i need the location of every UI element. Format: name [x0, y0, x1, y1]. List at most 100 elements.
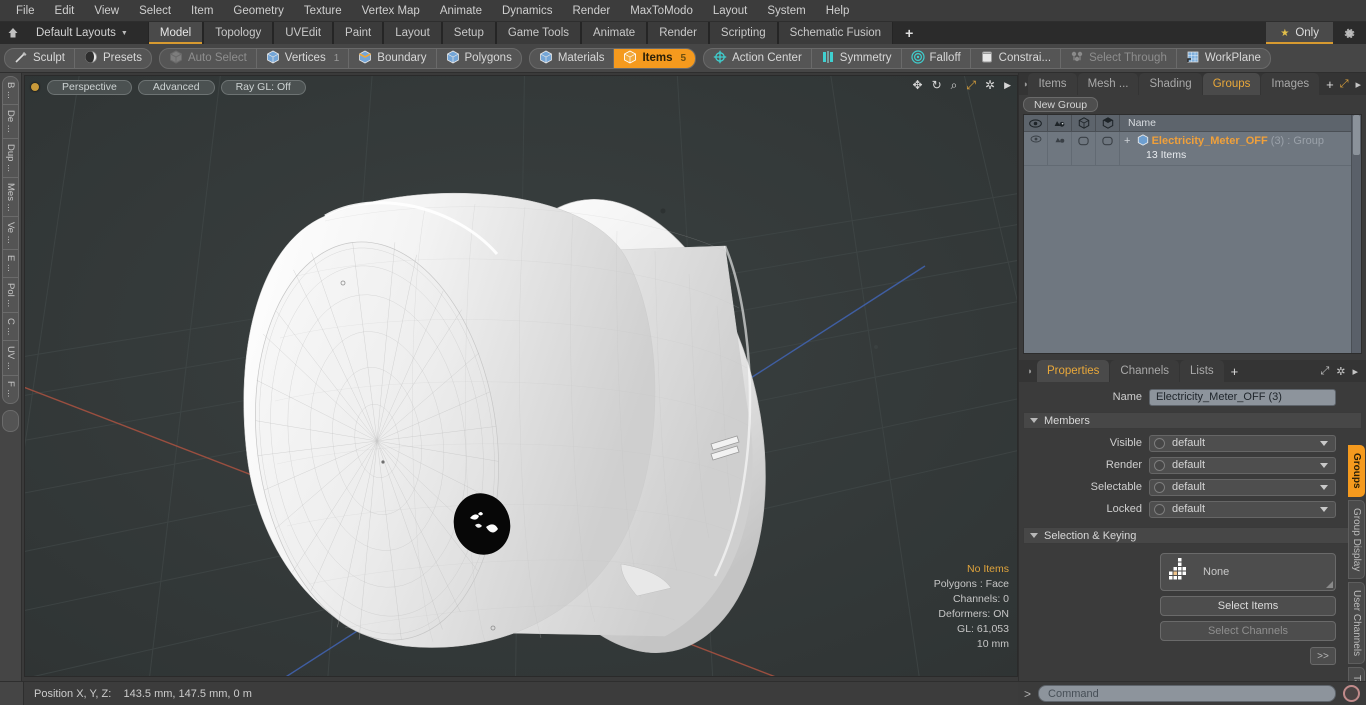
toolbar-button-auto-select[interactable]: Auto Select: [160, 48, 257, 68]
menu-item-edit[interactable]: Edit: [45, 3, 85, 19]
left-tool-4[interactable]: Ve ...: [3, 217, 18, 250]
radio-icon[interactable]: [1154, 459, 1165, 471]
toolbar-button-action-center[interactable]: Action Center: [704, 48, 812, 68]
menu-item-select[interactable]: Select: [129, 3, 181, 19]
tab-properties[interactable]: Properties: [1037, 360, 1110, 382]
menu-item-vertex-map[interactable]: Vertex Map: [352, 3, 430, 19]
tab-mesh[interactable]: Mesh ...: [1077, 73, 1139, 95]
play-icon[interactable]: ▶: [1004, 80, 1011, 90]
left-tool-0[interactable]: B ...: [3, 77, 18, 105]
toolbar-button-symmetry[interactable]: Symmetry: [812, 48, 902, 68]
table-row[interactable]: + Electricity_Meter_OFF (3) : Group 13 I…: [1024, 132, 1361, 166]
tab-shading[interactable]: Shading: [1139, 73, 1202, 95]
tab-animate[interactable]: Animate: [581, 22, 648, 44]
tab-images[interactable]: Images: [1261, 73, 1320, 95]
3d-viewport[interactable]: Y X Z Perspective Advanced Ray GL: Off ✥…: [24, 75, 1018, 677]
member-dropdown-locked[interactable]: default: [1149, 500, 1336, 518]
scrollbar-thumb[interactable]: [1353, 115, 1360, 155]
expand-icon[interactable]: +: [1124, 135, 1130, 147]
row-eye-icon[interactable]: [1024, 132, 1048, 165]
left-tool-2[interactable]: Dup ...: [3, 139, 18, 178]
radio-icon[interactable]: [1154, 437, 1165, 449]
menu-item-file[interactable]: File: [6, 3, 45, 19]
zoom-icon[interactable]: ⌕: [951, 79, 958, 91]
gear-icon[interactable]: ✲: [1336, 365, 1345, 378]
select-items-button[interactable]: Select Items: [1160, 596, 1336, 616]
chevron-right-icon[interactable]: ▸: [1352, 365, 1358, 378]
add-properties-tab-button[interactable]: +: [1225, 360, 1245, 382]
selection-set-none[interactable]: None: [1160, 553, 1336, 591]
resize-corner-icon[interactable]: [1326, 581, 1333, 588]
expand-icon[interactable]: ⤢: [1340, 78, 1349, 91]
tab-items[interactable]: Items: [1028, 73, 1077, 95]
members-section-header[interactable]: Members: [1023, 412, 1362, 429]
toolbar-button-materials[interactable]: Materials: [530, 48, 615, 68]
left-tool-1[interactable]: De ...: [3, 105, 18, 139]
toolbar-button-presets[interactable]: Presets: [75, 49, 151, 68]
fit-icon[interactable]: ⤢: [966, 79, 976, 91]
tab-paint[interactable]: Paint: [333, 22, 384, 44]
toolbar-button-constrai[interactable]: Constrai...: [971, 48, 1062, 68]
home-icon[interactable]: [0, 22, 26, 44]
radio-icon[interactable]: [1154, 481, 1165, 493]
row-selectable-toggle[interactable]: [1072, 132, 1096, 165]
new-group-button[interactable]: New Group: [1023, 97, 1099, 112]
menu-item-dynamics[interactable]: Dynamics: [492, 3, 562, 19]
toolbar-button-workplane[interactable]: WorkPlane: [1177, 49, 1270, 68]
tab-render[interactable]: Render: [647, 22, 709, 44]
command-input[interactable]: Command: [1038, 685, 1336, 702]
group-list[interactable]: Name + Electricity_Meter_OFF (3): Group…: [1023, 114, 1362, 354]
selection-keying-section-header[interactable]: Selection & Keying: [1023, 527, 1362, 544]
left-tool-9[interactable]: F ...: [3, 376, 18, 402]
menu-item-view[interactable]: View: [84, 3, 129, 19]
menu-item-render[interactable]: Render: [562, 3, 620, 19]
toolbar-button-falloff[interactable]: Falloff: [902, 48, 971, 68]
group-list-scrollbar[interactable]: [1351, 115, 1361, 353]
tab-uvedit[interactable]: UVEdit: [273, 22, 334, 44]
tab-scripting[interactable]: Scripting: [708, 22, 778, 44]
member-dropdown-visible[interactable]: default: [1149, 434, 1336, 452]
left-tool-7[interactable]: C ...: [3, 313, 18, 342]
left-tool-6[interactable]: Pol ...: [3, 278, 18, 313]
toolbar-button-sculpt[interactable]: Sculpt: [5, 48, 75, 68]
left-tool-3[interactable]: Mes ...: [3, 178, 18, 218]
tab-schematic-fusion[interactable]: Schematic Fusion: [777, 22, 894, 44]
toolbar-button-polygons[interactable]: Polygons: [437, 49, 521, 68]
menu-item-maxtomodo[interactable]: MaxToModo: [620, 3, 703, 19]
toolbar-button-boundary[interactable]: Boundary: [349, 48, 437, 68]
move-icon[interactable]: ✥: [913, 79, 923, 91]
default-layouts-dropdown[interactable]: Default Layouts ▼: [26, 22, 138, 44]
menu-item-animate[interactable]: Animate: [430, 3, 492, 19]
viewport-pill-advanced[interactable]: Advanced: [137, 79, 215, 95]
tab-groups[interactable]: Groups: [1202, 73, 1261, 95]
vtab-group-display[interactable]: Group Display: [1348, 499, 1365, 579]
viewport-pill-perspective[interactable]: Perspective: [47, 79, 132, 95]
tab-topology[interactable]: Topology: [203, 22, 274, 44]
left-tool-8[interactable]: UV ...: [3, 341, 18, 377]
viewport-indicator-dot[interactable]: [31, 83, 39, 91]
tab-lists[interactable]: Lists: [1180, 360, 1224, 382]
add-panel-tab-button[interactable]: +: [1320, 73, 1340, 95]
add-layout-tab-button[interactable]: +: [893, 22, 925, 44]
gear-icon[interactable]: [1333, 22, 1366, 44]
expand-more-button[interactable]: >>: [1310, 647, 1336, 665]
tab-model[interactable]: Model: [147, 22, 204, 44]
tab-channels[interactable]: Channels: [1110, 360, 1180, 382]
menu-item-system[interactable]: System: [757, 3, 815, 19]
left-toolbar-extra-button[interactable]: [2, 409, 19, 432]
member-dropdown-selectable[interactable]: default: [1149, 478, 1336, 496]
group-row-name[interactable]: + Electricity_Meter_OFF (3) : Group: [1120, 132, 1361, 149]
properties-menu-dot[interactable]: ◗: [1023, 360, 1037, 382]
expand-icon[interactable]: ⤢: [1320, 365, 1329, 378]
viewport-pill-raygl[interactable]: Ray GL: Off: [220, 79, 306, 95]
menu-item-item[interactable]: Item: [181, 3, 223, 19]
member-dropdown-render[interactable]: default: [1149, 456, 1336, 474]
radio-icon[interactable]: [1154, 503, 1165, 515]
menu-item-geometry[interactable]: Geometry: [223, 3, 294, 19]
toolbar-button-select-through[interactable]: Select Through: [1061, 48, 1177, 68]
vtab-groups[interactable]: Groups: [1348, 445, 1365, 497]
record-icon[interactable]: [1343, 685, 1360, 702]
toolbar-button-vertices[interactable]: Vertices 1: [257, 48, 350, 68]
only-toggle[interactable]: ★ Only: [1266, 22, 1333, 44]
menu-item-help[interactable]: Help: [816, 3, 860, 19]
